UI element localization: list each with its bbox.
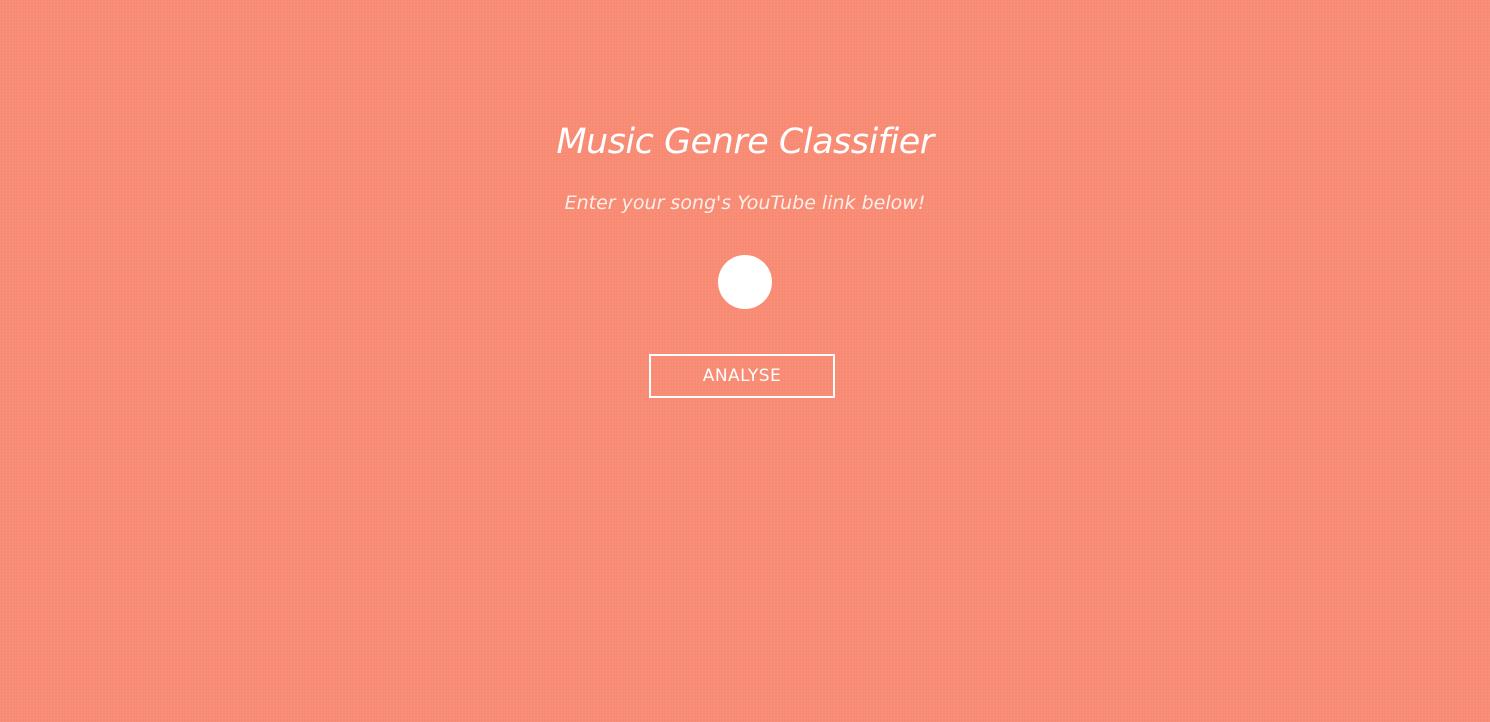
analyse-button[interactable]: ANALYSE	[649, 354, 835, 398]
youtube-link-input[interactable]	[718, 255, 772, 309]
page-title: Music Genre Classifier	[556, 122, 934, 162]
page-subtitle: Enter your song's YouTube link below!	[564, 192, 926, 214]
